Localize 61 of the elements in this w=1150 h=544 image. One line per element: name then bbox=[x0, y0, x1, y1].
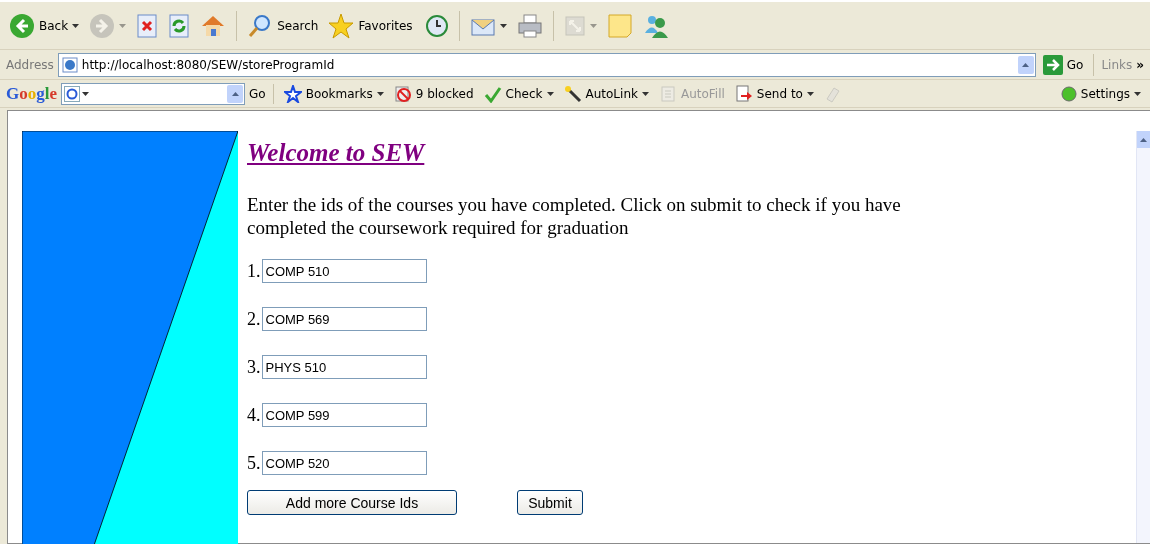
up-arrow-icon bbox=[231, 91, 239, 96]
sendto-button[interactable]: Send to bbox=[731, 82, 817, 105]
address-label: Address bbox=[6, 57, 54, 72]
caret-icon bbox=[119, 23, 127, 28]
status-dot-icon bbox=[1060, 85, 1077, 102]
course-id-field[interactable]: PHYS 510 bbox=[261, 355, 427, 379]
dropdown-button[interactable] bbox=[227, 84, 243, 103]
refresh-icon bbox=[168, 13, 191, 38]
resize-icon bbox=[563, 14, 586, 37]
dropdown-button[interactable] bbox=[1017, 55, 1034, 74]
up-arrow-icon bbox=[1140, 137, 1147, 142]
course-id-field[interactable]: COMP 520 bbox=[261, 451, 427, 475]
course-number: 4. bbox=[247, 404, 261, 426]
address-field[interactable]: http://localhost:8080/SEW/storeProgramId bbox=[57, 52, 1036, 77]
course-number: 3. bbox=[247, 356, 261, 378]
blocked-button[interactable]: 9 blocked bbox=[390, 82, 477, 105]
up-arrow-icon bbox=[1022, 62, 1030, 67]
scroll-up-button[interactable] bbox=[1137, 131, 1150, 148]
add-more-button[interactable]: Add more Course Ids bbox=[247, 490, 457, 515]
google-go-button[interactable]: Go bbox=[249, 86, 266, 101]
submit-button[interactable]: Submit bbox=[517, 490, 583, 515]
magic-wand-icon bbox=[563, 84, 582, 103]
go-button[interactable]: Go bbox=[1039, 52, 1087, 77]
search-button[interactable]: Search bbox=[244, 10, 322, 41]
caret-icon bbox=[1134, 91, 1141, 96]
star-outline-icon bbox=[283, 84, 302, 103]
star-icon bbox=[328, 12, 355, 39]
course-number: 1. bbox=[247, 260, 261, 282]
back-button[interactable]: Back bbox=[6, 10, 83, 41]
scrollbar[interactable] bbox=[1136, 131, 1150, 543]
caret-icon bbox=[546, 91, 554, 96]
form-icon bbox=[658, 84, 677, 103]
google-g-icon bbox=[64, 85, 80, 102]
caret-icon bbox=[499, 23, 507, 28]
bookmarks-button[interactable]: Bookmarks bbox=[280, 82, 387, 105]
caret-icon bbox=[806, 91, 814, 96]
favorites-button[interactable]: Favorites bbox=[325, 10, 416, 41]
caret-icon bbox=[376, 91, 384, 96]
course-id-field[interactable]: COMP 569 bbox=[261, 307, 427, 331]
page-title: Welcome to SEW bbox=[247, 139, 427, 167]
course-number: 5. bbox=[247, 452, 261, 474]
course-id-field[interactable]: COMP 510 bbox=[261, 259, 427, 283]
course-id-field[interactable]: COMP 599 bbox=[261, 403, 427, 427]
blocked-icon bbox=[393, 84, 412, 103]
instructions-text: Enter the ids of the courses you have completed. Click on submit to check if you have completed the coursework required for graduation bbox=[247, 193, 902, 239]
send-icon bbox=[734, 84, 753, 103]
check-button[interactable]: Check bbox=[480, 82, 557, 105]
page-icon bbox=[61, 56, 78, 73]
caret-icon bbox=[72, 23, 80, 28]
more-chevron[interactable]: » bbox=[1136, 57, 1144, 72]
google-search-field[interactable] bbox=[61, 82, 245, 105]
settings-button[interactable]: Settings bbox=[1057, 83, 1144, 104]
stop-icon bbox=[136, 13, 159, 38]
caret-icon bbox=[589, 23, 597, 28]
caret-icon bbox=[641, 91, 649, 96]
note-icon bbox=[606, 12, 633, 39]
course-number: 2. bbox=[247, 308, 261, 330]
google-logo: Google bbox=[6, 83, 57, 104]
caret-icon bbox=[82, 91, 89, 96]
autolink-button[interactable]: AutoLink bbox=[560, 82, 652, 105]
printer-icon bbox=[516, 12, 543, 39]
